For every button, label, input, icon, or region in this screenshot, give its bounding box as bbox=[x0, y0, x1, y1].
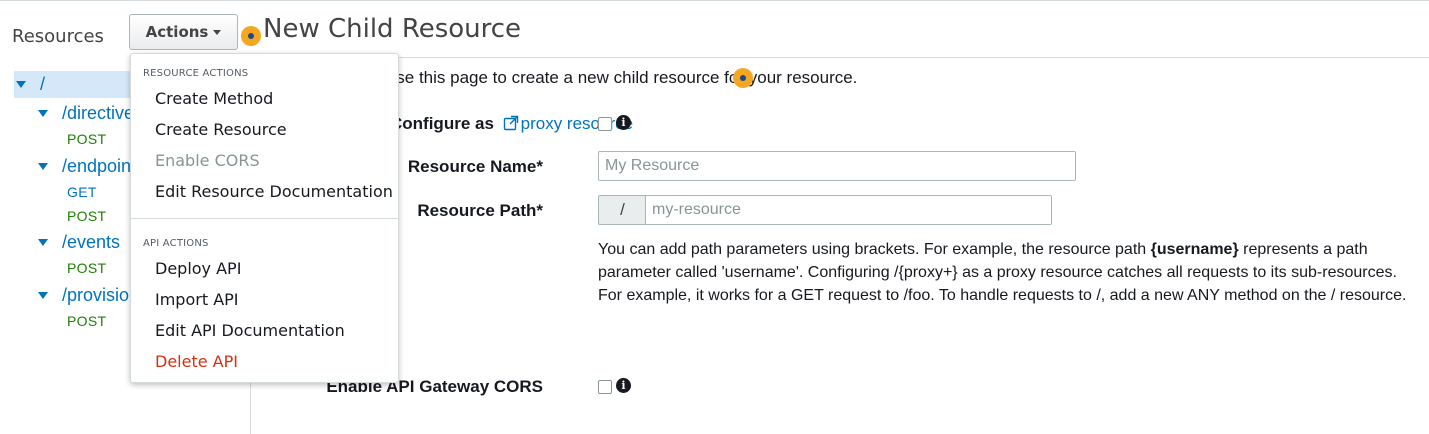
menu-item-edit-resource-documentation[interactable]: Edit Resource Documentation bbox=[155, 182, 393, 201]
resources-title: Resources bbox=[12, 26, 104, 47]
info-icon[interactable]: i bbox=[616, 115, 631, 130]
menu-section-resource-actions: RESOURCE ACTIONS bbox=[143, 68, 249, 79]
help-text-part1: You can add path parameters using bracke… bbox=[598, 241, 1151, 258]
proxy-label-prefix: Configure as bbox=[390, 114, 494, 133]
tree-item-directives[interactable]: /directives bbox=[38, 103, 143, 124]
resource-path-label: Resource Path* bbox=[417, 201, 543, 220]
menu-item-create-method[interactable]: Create Method bbox=[155, 89, 273, 108]
resource-path-field[interactable] bbox=[645, 195, 1052, 225]
resource-path-prefix: / bbox=[598, 195, 646, 225]
method-get[interactable]: GET bbox=[67, 184, 97, 200]
external-link-icon bbox=[503, 115, 518, 131]
menu-item-create-resource[interactable]: Create Resource bbox=[155, 120, 287, 139]
intro-text: Use this page to create a new child reso… bbox=[384, 68, 858, 87]
caret-down-icon[interactable] bbox=[38, 292, 48, 299]
menu-divider bbox=[131, 218, 398, 219]
method-post[interactable]: POST bbox=[67, 131, 106, 147]
tree-item-path[interactable]: /events bbox=[62, 232, 120, 253]
menu-item-enable-cors: Enable CORS bbox=[155, 151, 260, 170]
caret-down-icon[interactable] bbox=[38, 110, 48, 117]
menu-item-import-api[interactable]: Import API bbox=[155, 290, 239, 309]
actions-button[interactable]: Actions bbox=[129, 14, 238, 50]
actions-button-label: Actions bbox=[145, 23, 209, 41]
proxy-resource-label: Configure as proxy resource bbox=[390, 114, 633, 134]
resource-name-label: Resource Name* bbox=[407, 157, 543, 176]
info-icon[interactable]: i bbox=[616, 378, 631, 393]
menu-item-deploy-api[interactable]: Deploy API bbox=[155, 259, 241, 278]
help-hotspot-icon[interactable] bbox=[733, 68, 753, 88]
menu-item-edit-api-documentation[interactable]: Edit API Documentation bbox=[155, 321, 345, 340]
tree-item-events[interactable]: /events bbox=[38, 232, 120, 253]
tree-item-path[interactable]: / bbox=[40, 74, 45, 95]
proxy-resource-checkbox[interactable] bbox=[598, 117, 612, 131]
resource-path-input[interactable] bbox=[646, 196, 1051, 224]
page-title: New Child Resource bbox=[263, 14, 522, 44]
chevron-down-icon bbox=[213, 29, 222, 35]
top-border bbox=[0, 0, 1429, 1]
menu-item-delete-api[interactable]: Delete API bbox=[155, 352, 238, 371]
help-text-bold: {username} bbox=[1150, 241, 1239, 258]
enable-cors-checkbox[interactable] bbox=[598, 380, 612, 394]
title-divider bbox=[251, 57, 1429, 58]
method-post[interactable]: POST bbox=[67, 208, 106, 224]
resource-name-field[interactable] bbox=[598, 151, 1076, 181]
path-help-text: You can add path parameters using bracke… bbox=[598, 238, 1418, 307]
resource-name-input[interactable] bbox=[599, 152, 1075, 180]
caret-down-icon[interactable] bbox=[38, 163, 48, 170]
actions-dropdown-menu: RESOURCE ACTIONS Create Method Create Re… bbox=[130, 53, 399, 383]
method-post[interactable]: POST bbox=[67, 260, 106, 276]
method-post[interactable]: POST bbox=[67, 313, 106, 329]
menu-section-api-actions: API ACTIONS bbox=[143, 238, 209, 249]
caret-down-icon[interactable] bbox=[38, 239, 48, 246]
help-hotspot-icon[interactable] bbox=[241, 26, 261, 46]
caret-down-icon[interactable] bbox=[16, 81, 26, 88]
